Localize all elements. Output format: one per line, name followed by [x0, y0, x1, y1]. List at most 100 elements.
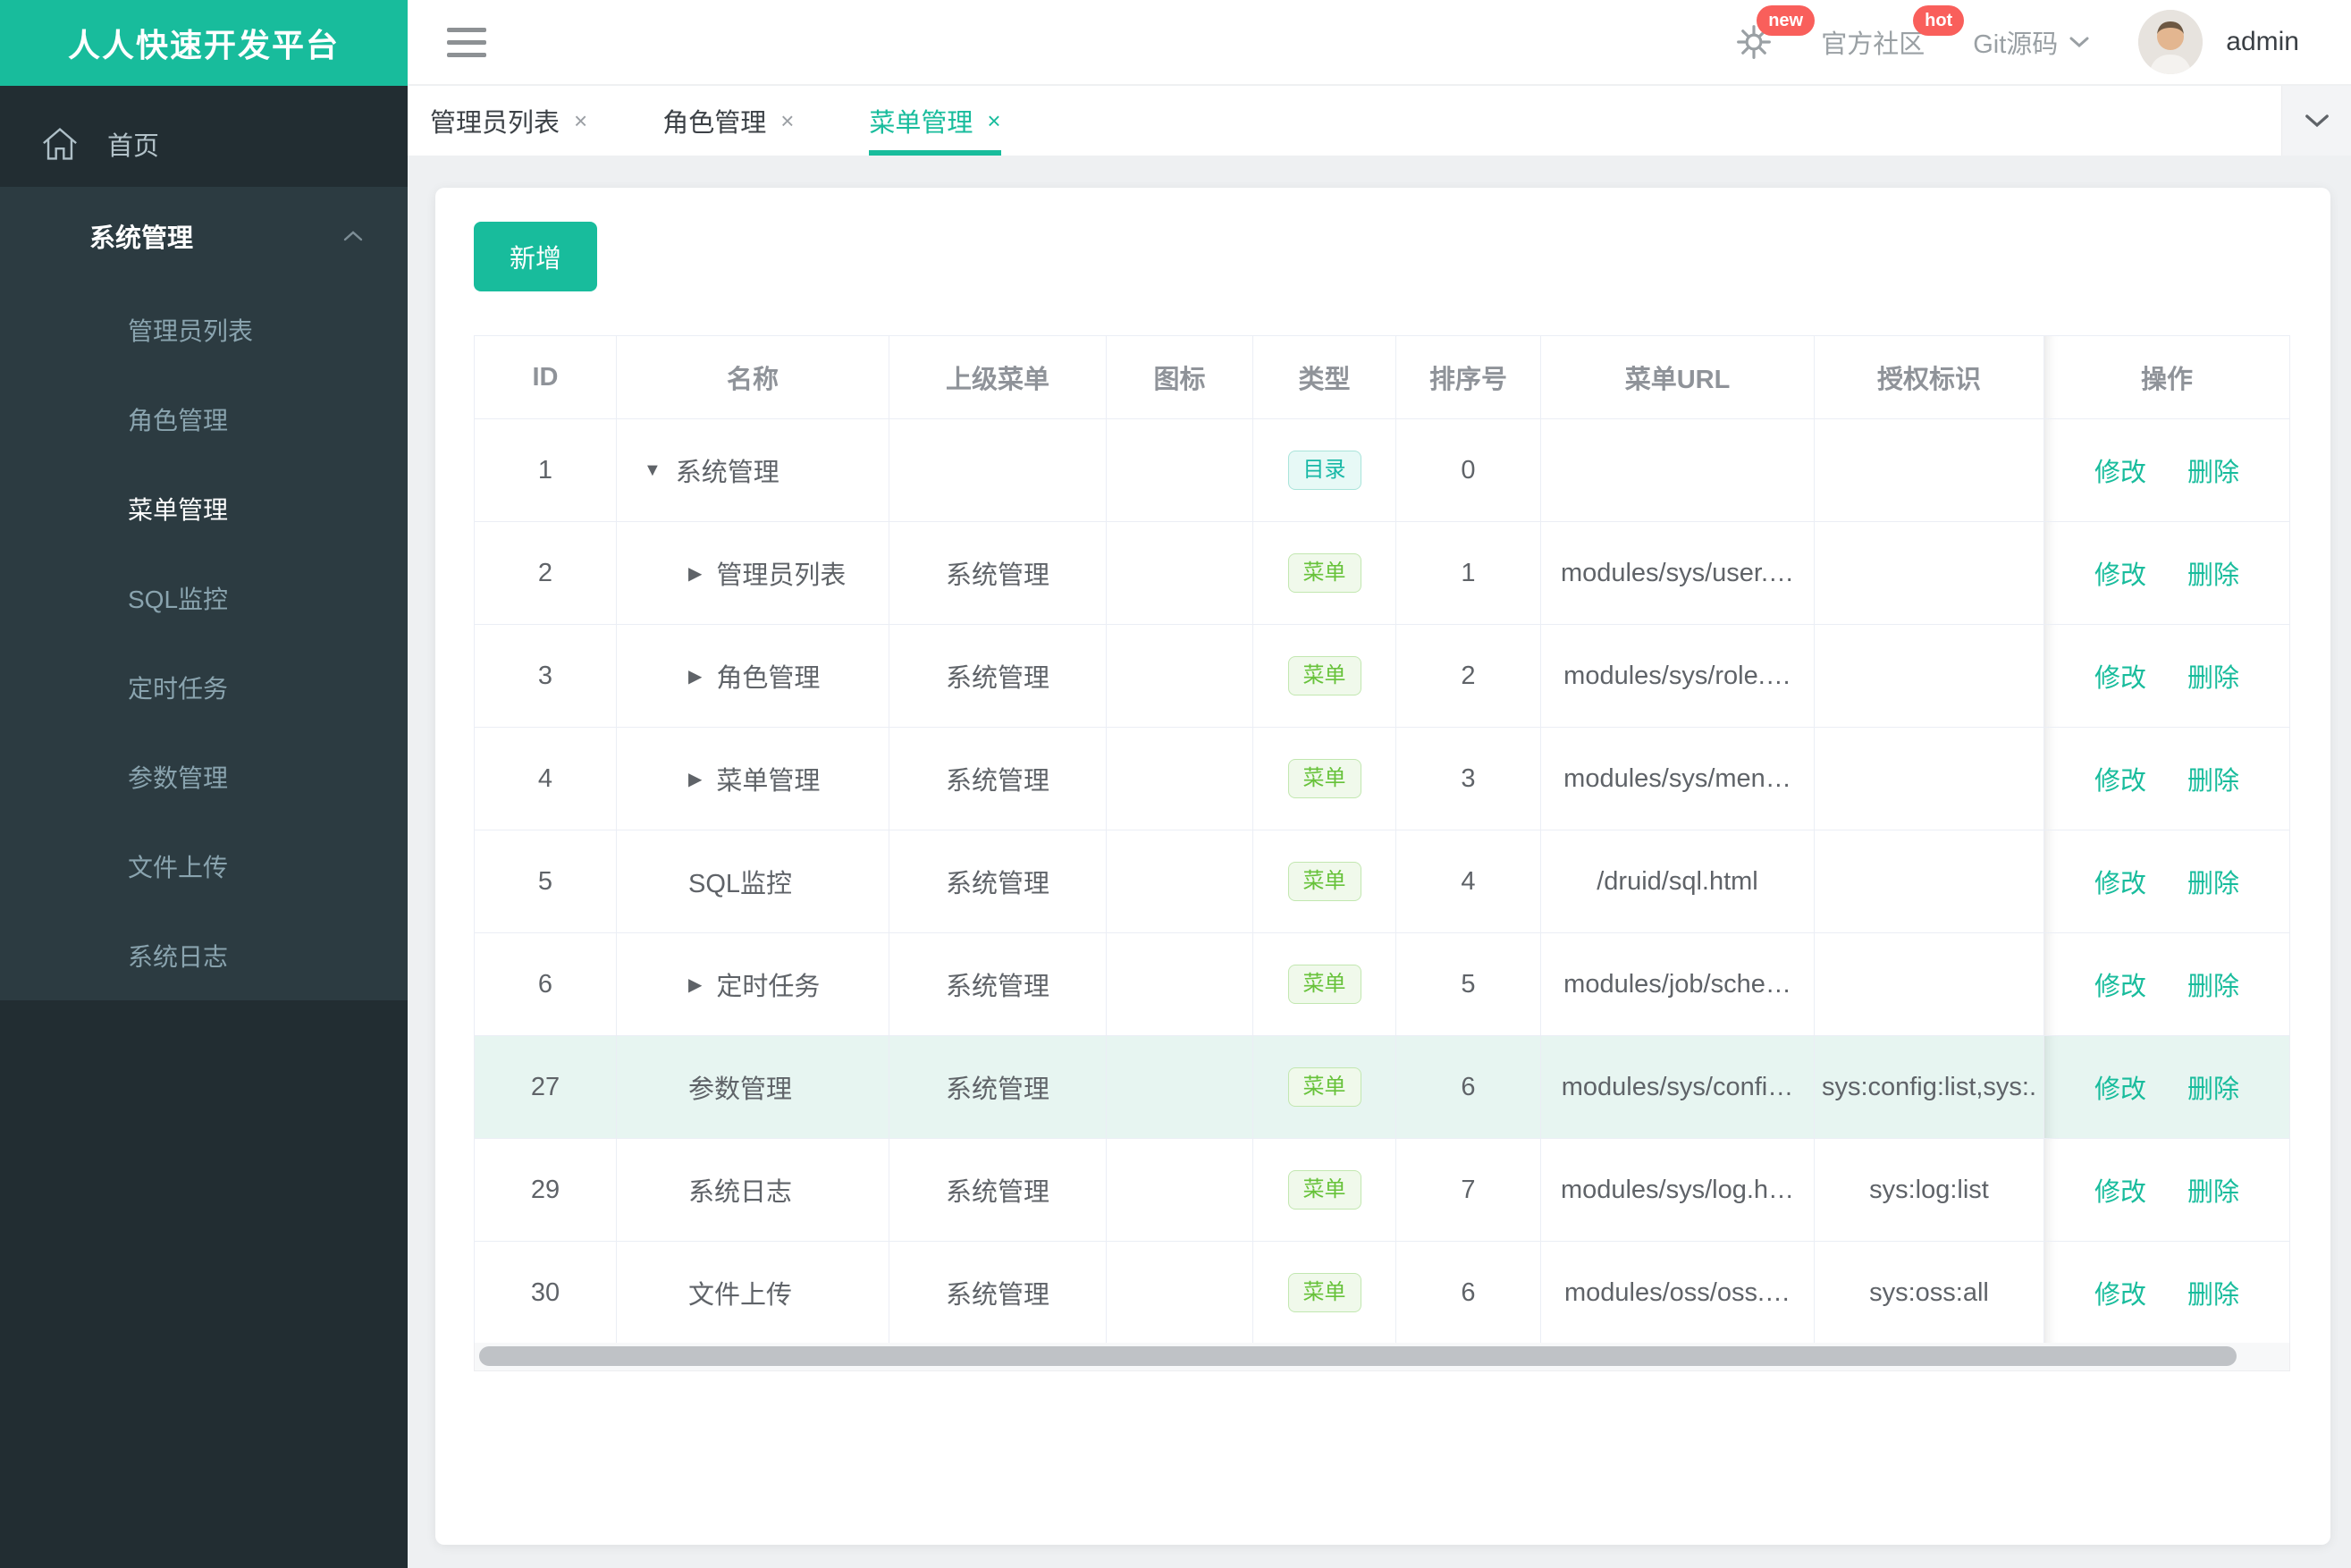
- cell-url: modules/sys/confi…: [1541, 1036, 1815, 1138]
- main-content: 新增 ID 名称 上级菜单 图标 类型 排序号 菜单URL 授权标识 操作 1 ▼ 系统管理 目录 0 修…: [408, 156, 2351, 1568]
- sidebar-item-home[interactable]: 首页: [0, 101, 408, 187]
- type-badge: 菜单: [1287, 1170, 1361, 1210]
- delete-link[interactable]: 删除: [2187, 657, 2239, 695]
- sidebar-subitem-1[interactable]: 角色管理: [0, 375, 408, 464]
- type-badge: 菜单: [1287, 1067, 1361, 1107]
- sidebar-home-label: 首页: [107, 132, 160, 161]
- delete-link[interactable]: 删除: [2187, 1171, 2239, 1209]
- table-row: 1 ▼ 系统管理 目录 0 修改 删除: [475, 418, 2289, 521]
- collapse-row-icon[interactable]: ▼: [644, 460, 661, 481]
- cell-parent: 系统管理: [889, 830, 1107, 932]
- sidebar-subitem-7[interactable]: 系统日志: [0, 911, 408, 1000]
- edit-link[interactable]: 修改: [2094, 1171, 2146, 1209]
- delete-link[interactable]: 删除: [2187, 1068, 2239, 1106]
- settings-button[interactable]: new: [1735, 5, 1816, 61]
- cell-actions: 修改 删除: [2044, 933, 2289, 1035]
- cell-parent: 系统管理: [889, 522, 1107, 624]
- community-link[interactable]: 官方社区 hot: [1821, 5, 1965, 61]
- sidebar-subitem-3[interactable]: SQL监控: [0, 553, 408, 643]
- cell-name: ▶ 定时任务: [617, 933, 889, 1035]
- edit-link[interactable]: 修改: [2094, 760, 2146, 797]
- cell-id: 2: [475, 522, 617, 624]
- horizontal-scrollbar[interactable]: [474, 1343, 2290, 1371]
- menu-name: 管理员列表: [716, 561, 847, 590]
- column-header-0: ID: [475, 336, 617, 418]
- column-header-5: 排序号: [1396, 336, 1541, 418]
- column-header-3: 图标: [1107, 336, 1253, 418]
- cell-perms: [1815, 933, 2044, 1035]
- sidebar-subitem-5[interactable]: 参数管理: [0, 732, 408, 822]
- tabs-collapse-button[interactable]: [2281, 86, 2351, 156]
- sidebar-group-system: 系统管理 管理员列表 角色管理 菜单管理 SQL监控 定时任务 参数管理 文件上传 系统日志: [0, 187, 408, 1000]
- delete-link[interactable]: 删除: [2187, 863, 2239, 900]
- cell-parent: 系统管理: [889, 625, 1107, 727]
- close-tab-icon[interactable]: ×: [987, 107, 1000, 135]
- table-row: 29 系统日志 系统管理 菜单 7 modules/sys/log.h… sys:log:l…: [475, 1138, 2289, 1241]
- expand-row-icon[interactable]: ▶: [688, 562, 702, 585]
- avatar-image: [2138, 10, 2204, 74]
- type-badge: 菜单: [1287, 553, 1361, 593]
- edit-link[interactable]: 修改: [2094, 1274, 2146, 1311]
- sidebar-toggle-button[interactable]: [447, 20, 486, 65]
- cell-id: 29: [475, 1139, 617, 1241]
- cell-order: 6: [1396, 1036, 1541, 1138]
- tab-0[interactable]: 管理员列表 ×: [430, 86, 587, 156]
- menu-name: SQL监控: [688, 870, 793, 898]
- scrollbar-thumb[interactable]: [479, 1346, 2237, 1366]
- close-tab-icon[interactable]: ×: [780, 107, 794, 135]
- cell-icon: [1107, 1139, 1253, 1241]
- expand-row-icon[interactable]: ▶: [688, 768, 702, 790]
- cell-icon: [1107, 522, 1253, 624]
- delete-link[interactable]: 删除: [2187, 965, 2239, 1003]
- tab-1[interactable]: 角色管理 ×: [662, 86, 794, 156]
- sidebar-subitem-0[interactable]: 管理员列表: [0, 285, 408, 375]
- edit-link[interactable]: 修改: [2094, 657, 2146, 695]
- add-button[interactable]: 新增: [474, 222, 597, 291]
- cell-parent: [889, 419, 1107, 521]
- edit-link[interactable]: 修改: [2094, 554, 2146, 592]
- avatar[interactable]: [2138, 10, 2204, 74]
- edit-link[interactable]: 修改: [2094, 451, 2146, 489]
- menu-table: ID 名称 上级菜单 图标 类型 排序号 菜单URL 授权标识 操作 1 ▼ 系统管理 目录 0 修改 删除…: [474, 335, 2290, 1345]
- username[interactable]: admin: [2226, 27, 2299, 57]
- type-badge: 菜单: [1287, 656, 1361, 695]
- cell-name: 参数管理: [617, 1036, 889, 1138]
- expand-row-icon[interactable]: ▶: [688, 665, 702, 687]
- sidebar: 首页 系统管理 管理员列表 角色管理 菜单管理 SQL监控 定时任务 参数管理 文件上传 系统…: [0, 86, 408, 1568]
- sidebar-subitem-6[interactable]: 文件上传: [0, 822, 408, 911]
- close-tab-icon[interactable]: ×: [574, 107, 587, 135]
- community-label: 官方社区: [1821, 30, 1925, 59]
- menu-name: 定时任务: [716, 973, 821, 1001]
- sidebar-submenu: 管理员列表 角色管理 菜单管理 SQL监控 定时任务 参数管理 文件上传 系统日志: [0, 285, 408, 1000]
- edit-link[interactable]: 修改: [2094, 965, 2146, 1003]
- edit-link[interactable]: 修改: [2094, 863, 2146, 900]
- cell-icon: [1107, 728, 1253, 830]
- cell-perms: [1815, 419, 2044, 521]
- delete-link[interactable]: 删除: [2187, 1274, 2239, 1311]
- cell-order: 6: [1396, 1242, 1541, 1344]
- column-header-2: 上级菜单: [889, 336, 1107, 418]
- cell-order: 0: [1396, 419, 1541, 521]
- sidebar-subitem-2[interactable]: 菜单管理: [0, 464, 408, 553]
- delete-link[interactable]: 删除: [2187, 760, 2239, 797]
- git-source-link[interactable]: Git源码: [1973, 23, 2090, 61]
- delete-link[interactable]: 删除: [2187, 554, 2239, 592]
- sidebar-subitem-4[interactable]: 定时任务: [0, 643, 408, 732]
- cell-parent: 系统管理: [889, 933, 1107, 1035]
- cell-type: 菜单: [1253, 830, 1396, 932]
- edit-link[interactable]: 修改: [2094, 1068, 2146, 1106]
- cell-perms: [1815, 522, 2044, 624]
- delete-link[interactable]: 删除: [2187, 451, 2239, 489]
- type-badge: 目录: [1287, 451, 1361, 490]
- type-badge: 菜单: [1287, 759, 1361, 798]
- user-menu: admin: [2138, 10, 2299, 74]
- table-row: 27 参数管理 系统管理 菜单 6 modules/sys/confi… sys:confi…: [475, 1035, 2289, 1138]
- column-header-1: 名称: [617, 336, 889, 418]
- cell-actions: 修改 删除: [2044, 830, 2289, 932]
- expand-row-icon[interactable]: ▶: [688, 974, 702, 996]
- chevron-down-icon: [2305, 114, 2329, 128]
- cell-id: 6: [475, 933, 617, 1035]
- tab-2[interactable]: 菜单管理 ×: [869, 86, 1001, 156]
- cell-parent: 系统管理: [889, 1139, 1107, 1241]
- sidebar-group-toggle[interactable]: 系统管理: [0, 187, 408, 285]
